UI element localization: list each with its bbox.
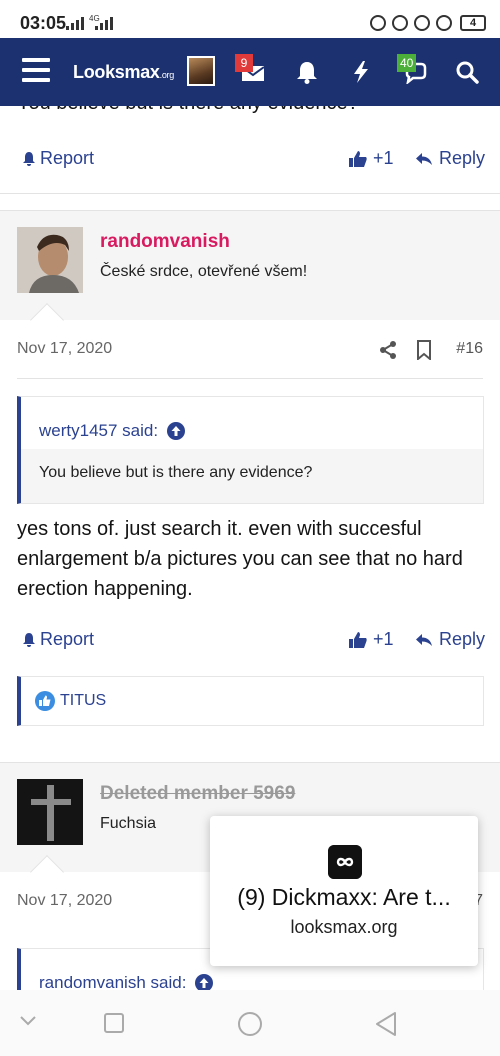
reply-arrow-icon bbox=[416, 152, 432, 165]
post-actions: Report +1 Reply bbox=[0, 144, 500, 174]
user-title: Fuchsia bbox=[100, 815, 157, 832]
quote-author[interactable]: werty1457 said: bbox=[39, 421, 158, 441]
site-header: Looksmax.org 9 40 bbox=[0, 38, 500, 106]
reply-button[interactable]: Reply bbox=[415, 148, 485, 169]
like-button[interactable]: +1 bbox=[348, 148, 394, 169]
reaction-user[interactable]: TITUS bbox=[60, 692, 106, 710]
username-deleted: Deleted member 5969 bbox=[100, 783, 296, 804]
divider bbox=[17, 378, 483, 379]
post-date[interactable]: Nov 17, 2020 bbox=[17, 340, 112, 358]
signal-icon bbox=[66, 14, 84, 30]
post-user-block: randomvanish České srdce, otevřené všem! bbox=[0, 210, 500, 337]
bell-icon bbox=[23, 632, 35, 647]
post-meta: Nov 17, 2020 #16 bbox=[0, 330, 500, 370]
divider bbox=[0, 193, 500, 194]
user-avatar[interactable] bbox=[17, 779, 83, 845]
infinity-icon bbox=[328, 845, 362, 879]
alerts-badge: 40 bbox=[397, 54, 417, 72]
quote-block: werty1457 said: You believe but is there… bbox=[17, 396, 484, 504]
post-text-cut: You believe but is there any evidence? bbox=[17, 106, 359, 115]
signal-icon-2 bbox=[95, 14, 113, 30]
reactions-bar[interactable]: TITUS bbox=[17, 676, 484, 726]
post-actions: Report +1 Reply bbox=[0, 625, 500, 655]
notification-popup[interactable]: (9) Dickmaxx: Are t... looksmax.org bbox=[210, 816, 478, 966]
silent-icon bbox=[370, 15, 386, 31]
bell-icon[interactable] bbox=[294, 60, 320, 84]
bookmark-icon[interactable] bbox=[416, 340, 432, 360]
back-icon[interactable] bbox=[374, 1011, 398, 1037]
home-icon[interactable] bbox=[237, 1011, 263, 1037]
user-avatar[interactable] bbox=[187, 56, 215, 86]
system-navigation-bar bbox=[0, 990, 500, 1056]
quote-header: werty1457 said: bbox=[21, 397, 483, 449]
post-number[interactable]: #16 bbox=[456, 340, 483, 358]
arrow-up-circle-icon[interactable] bbox=[195, 974, 214, 990]
thumbs-up-icon bbox=[349, 631, 367, 648]
site-logo[interactable]: Looksmax.org bbox=[73, 62, 174, 83]
status-bar: 03:05 4G 4 bbox=[0, 0, 500, 38]
menu-icon[interactable] bbox=[22, 58, 50, 84]
alarm-icon bbox=[414, 15, 430, 31]
post-body: yes tons of. just search it. even with s… bbox=[17, 518, 463, 600]
share-icon[interactable] bbox=[378, 340, 398, 360]
thumbs-up-icon bbox=[349, 150, 367, 167]
popup-title: (9) Dickmaxx: Are t... bbox=[237, 884, 451, 910]
messages-badge: 9 bbox=[235, 54, 253, 72]
user-avatar[interactable] bbox=[17, 227, 83, 293]
username-link[interactable]: randomvanish bbox=[100, 231, 230, 253]
like-button[interactable]: +1 bbox=[348, 629, 394, 650]
report-button[interactable]: Report bbox=[21, 148, 94, 169]
quote-author[interactable]: randomvanish said: bbox=[39, 973, 186, 990]
reply-button[interactable]: Reply bbox=[415, 629, 485, 650]
status-time: 03:05 bbox=[20, 13, 67, 33]
arrow-up-circle-icon[interactable] bbox=[167, 422, 186, 440]
battery-icon: 4 bbox=[460, 15, 486, 31]
reply-arrow-icon bbox=[416, 633, 432, 646]
recent-apps-icon[interactable] bbox=[104, 1013, 124, 1033]
report-button[interactable]: Report bbox=[21, 629, 94, 650]
status-icons bbox=[370, 15, 452, 31]
bell-icon bbox=[23, 151, 35, 166]
quote-text: You believe but is there any evidence? bbox=[21, 449, 483, 503]
like-reaction-icon bbox=[35, 691, 55, 711]
lock-icon bbox=[392, 15, 408, 31]
chevron-down-icon[interactable] bbox=[18, 1014, 38, 1028]
post-date[interactable]: Nov 17, 2020 bbox=[17, 892, 112, 910]
search-icon[interactable] bbox=[455, 60, 481, 84]
popup-site: looksmax.org bbox=[290, 917, 398, 937]
lightning-icon[interactable] bbox=[348, 60, 374, 84]
headset-icon bbox=[436, 15, 452, 31]
user-title: České srdce, otevřené všem! bbox=[100, 263, 308, 280]
